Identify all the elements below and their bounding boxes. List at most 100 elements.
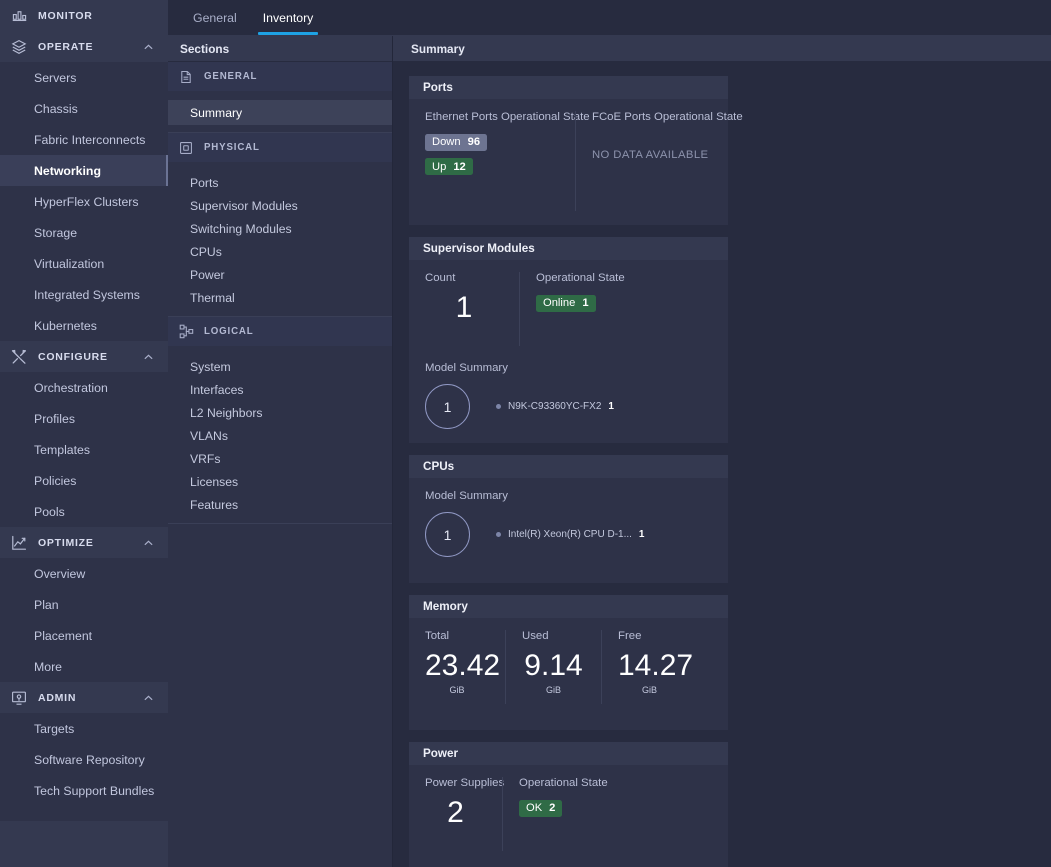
badge-ports-up-count: 12 xyxy=(453,160,466,173)
card-supervisor-modules-header: Supervisor Modules xyxy=(409,237,728,260)
sidebar-item-orchestration[interactable]: Orchestration xyxy=(0,372,168,403)
nav-group-operate[interactable]: OPERATE xyxy=(0,31,168,62)
badge-ports-up[interactable]: Up 12 xyxy=(425,158,473,175)
supervisor-count-stat: Count 1 xyxy=(409,272,519,346)
badge-ports-down[interactable]: Down 96 xyxy=(425,133,488,151)
sidebar-item-storage[interactable]: Storage xyxy=(0,217,168,248)
section-item-label: Power xyxy=(190,267,225,282)
tab-general[interactable]: General xyxy=(180,1,250,35)
sidebar-item-chassis[interactable]: Chassis xyxy=(0,93,168,124)
sidebar-item-placement[interactable]: Placement xyxy=(0,620,168,651)
sidebar-item-label: Storage xyxy=(34,225,78,240)
section-item-switching-modules[interactable]: Switching Modules xyxy=(168,217,392,240)
bar-chart-icon xyxy=(10,7,28,25)
section-group-label: PHYSICAL xyxy=(204,142,260,153)
chip-square-icon xyxy=(178,140,194,156)
supervisor-model-count: 1 xyxy=(608,401,614,412)
chevron-up-icon[interactable] xyxy=(143,351,154,362)
sidebar-item-templates[interactable]: Templates xyxy=(0,434,168,465)
card-cpus-title: CPUs xyxy=(423,460,455,473)
supervisor-stat-row: Count 1 Operational State Online 1 xyxy=(409,272,728,346)
memory-stat-row: Total 23.42 GiB Used 9.14 GiB Free 14.27… xyxy=(409,630,728,704)
card-power-body: Power Supplies 2 Operational State OK 2 xyxy=(409,765,728,867)
sidebar-item-virtualization[interactable]: Virtualization xyxy=(0,248,168,279)
supervisor-model-summary: Model Summary 1 N9K-C93360YC-FX2 1 xyxy=(409,362,728,429)
sidebar-item-fabric-interconnects[interactable]: Fabric Interconnects xyxy=(0,124,168,155)
memory-used-unit: GiB xyxy=(545,685,561,695)
card-cpus-header: CPUs xyxy=(409,455,728,478)
memory-total-value: 23.42 xyxy=(425,649,501,682)
sidebar-item-more[interactable]: More xyxy=(0,651,168,682)
section-group-logical[interactable]: LOGICAL xyxy=(168,317,392,346)
section-item-label: Interfaces xyxy=(190,382,244,397)
section-item-features[interactable]: Features xyxy=(168,493,392,516)
sidebar-item-label: More xyxy=(34,659,63,674)
tab-general-label: General xyxy=(193,11,237,25)
section-group-physical[interactable]: PHYSICAL xyxy=(168,133,392,162)
supervisor-count-label: Count xyxy=(425,272,456,284)
nav-group-label: MONITOR xyxy=(38,9,93,22)
cpus-model-legend[interactable]: Intel(R) Xeon(R) CPU D-1... 1 xyxy=(496,529,644,540)
sidebar-item-pools[interactable]: Pools xyxy=(0,496,168,527)
card-supervisor-modules-title: Supervisor Modules xyxy=(423,242,535,255)
supervisor-model-legend[interactable]: N9K-C93360YC-FX2 1 xyxy=(496,401,614,412)
section-item-vlans[interactable]: VLANs xyxy=(168,424,392,447)
sections-panel-header: Sections xyxy=(168,36,392,62)
ethernet-ports-stat: Ethernet Ports Operational State Down 96 xyxy=(409,111,590,211)
sidebar-item-label: Pools xyxy=(34,504,65,519)
section-item-cpus[interactable]: CPUs xyxy=(168,240,392,263)
section-group-label: LOGICAL xyxy=(204,326,254,337)
sidebar-item-label: Targets xyxy=(34,721,75,736)
sidebar-item-targets[interactable]: Targets xyxy=(0,713,168,744)
nav-group-optimize[interactable]: OPTIMIZE xyxy=(0,527,168,558)
nav-group-label: ADMIN xyxy=(38,691,77,704)
chevron-up-icon[interactable] xyxy=(143,537,154,548)
chevron-up-icon[interactable] xyxy=(143,692,154,703)
sidebar-item-label: Chassis xyxy=(34,101,78,116)
sidebar-item-overview[interactable]: Overview xyxy=(0,558,168,589)
section-item-system[interactable]: System xyxy=(168,355,392,378)
section-item-supervisor-modules[interactable]: Supervisor Modules xyxy=(168,194,392,217)
sidebar-item-hyperflex-clusters[interactable]: HyperFlex Clusters xyxy=(0,186,168,217)
nav-group-configure[interactable]: CONFIGURE xyxy=(0,341,168,372)
sidebar-item-integrated-systems[interactable]: Integrated Systems xyxy=(0,279,168,310)
badge-supervisor-online[interactable]: Online 1 xyxy=(536,294,596,312)
nav-group-monitor[interactable]: MONITOR xyxy=(0,0,168,31)
sidebar-item-tech-support-bundles[interactable]: Tech Support Bundles xyxy=(0,775,168,806)
memory-free-value: 14.27 xyxy=(618,649,694,682)
badge-ports-up-state: Up xyxy=(432,160,447,173)
section-item-label: VLANs xyxy=(190,428,228,443)
section-item-interfaces[interactable]: Interfaces xyxy=(168,378,392,401)
layers-cube-icon xyxy=(10,38,28,56)
section-item-l2-neighbors[interactable]: L2 Neighbors xyxy=(168,401,392,424)
section-item-thermal[interactable]: Thermal xyxy=(168,286,392,309)
section-group-spacer xyxy=(168,91,392,100)
sidebar-item-policies[interactable]: Policies xyxy=(0,465,168,496)
chevron-up-icon[interactable] xyxy=(143,41,154,52)
tab-inventory-label: Inventory xyxy=(262,11,314,25)
fcoe-ports-label: FCoE Ports Operational State xyxy=(592,111,743,123)
section-item-power[interactable]: Power xyxy=(168,263,392,286)
sidebar-item-profiles[interactable]: Profiles xyxy=(0,403,168,434)
sidebar-item-servers[interactable]: Servers xyxy=(0,62,168,93)
content-area: Summary Ports Ethernet Ports Operational… xyxy=(393,36,1051,867)
sidebar-item-software-repository[interactable]: Software Repository xyxy=(0,744,168,775)
power-supplies-value: 2 xyxy=(447,796,464,829)
sidebar-item-label: Integrated Systems xyxy=(34,287,140,302)
badge-power-ok[interactable]: OK 2 xyxy=(519,799,563,817)
section-item-summary[interactable]: Summary xyxy=(168,100,392,125)
sidebar-item-plan[interactable]: Plan xyxy=(0,589,168,620)
card-memory-title: Memory xyxy=(423,600,468,613)
sidebar-item-label: Fabric Interconnects xyxy=(34,132,146,147)
tab-inventory[interactable]: Inventory xyxy=(250,1,327,35)
section-group-general[interactable]: GENERAL xyxy=(168,62,392,91)
sidebar-item-networking[interactable]: Networking xyxy=(0,155,168,186)
tab-bar: General Inventory xyxy=(168,0,1051,36)
badge-power-ok-count: 2 xyxy=(549,802,556,814)
section-item-ports[interactable]: Ports xyxy=(168,171,392,194)
sidebar-item-kubernetes[interactable]: Kubernetes xyxy=(0,310,168,341)
sidebar-item-label: Tech Support Bundles xyxy=(34,783,155,798)
section-item-vrfs[interactable]: VRFs xyxy=(168,447,392,470)
section-item-licenses[interactable]: Licenses xyxy=(168,470,392,493)
nav-group-admin[interactable]: ADMIN xyxy=(0,682,168,713)
